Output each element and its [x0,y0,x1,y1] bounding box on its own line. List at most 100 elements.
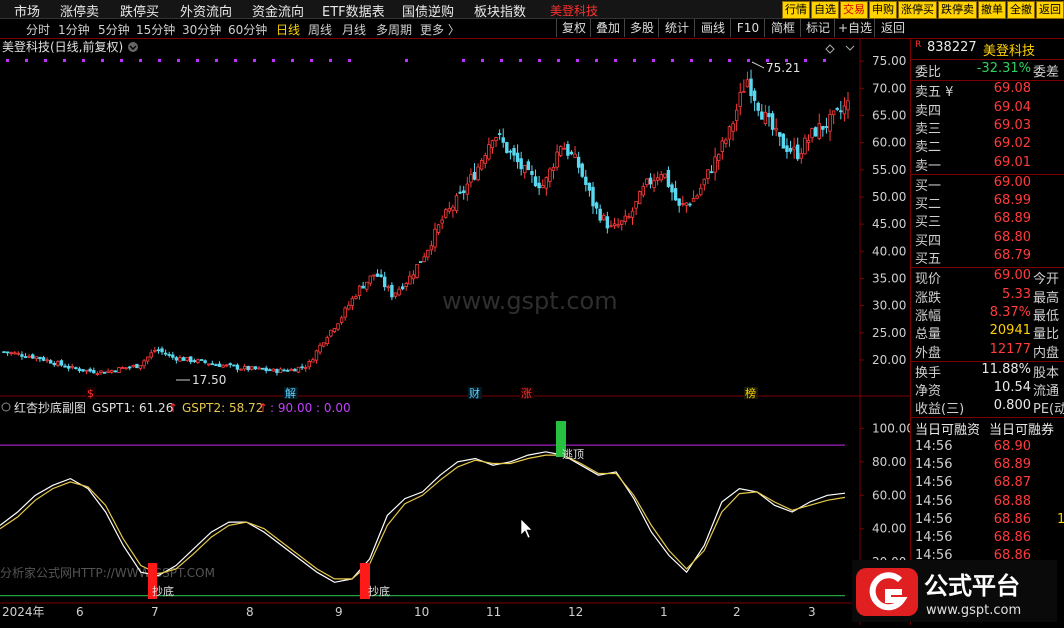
quick-cancel-all-button[interactable]: 全撤 [1007,1,1035,19]
period-tab-5min[interactable]: 5分钟 [98,21,130,38]
event-marker-dividend[interactable]: $ [87,387,94,400]
candle-body [824,126,829,128]
candle-body [163,352,168,355]
candle-body [106,370,110,373]
period-tab-15min[interactable]: 15分钟 [136,21,175,38]
menu-limit-down-buy[interactable]: 跌停买 [120,1,159,20]
candle-body [652,180,656,188]
candle-body [645,178,649,186]
add-watchlist-button[interactable]: +自选 [834,19,875,37]
diamond-icon[interactable] [825,44,835,54]
quick-back-button[interactable]: 返回 [1036,1,1064,19]
indicator-settings-icon[interactable] [1,402,11,412]
signal-dot [671,59,674,62]
y-tick-label: 60.00 [872,488,906,502]
menu-repo[interactable]: 国债逆购 [402,1,454,20]
candle-body [207,363,211,366]
quote-label: 涨跌 [915,290,942,306]
quick-ipo-button[interactable]: 申购 [869,1,897,19]
quote-value: 5.33 [1002,286,1031,302]
quick-cancel-button[interactable]: 撤单 [978,1,1006,19]
menu-limit-up-sell[interactable]: 涨停卖 [60,1,99,20]
event-marker-unlock[interactable]: 解 [285,386,296,400]
draw-line-button[interactable]: 画线 [694,19,731,37]
simple-frame-button[interactable]: 简框 [764,19,801,37]
y-tick-label: 20.00 [872,353,906,367]
menu-market[interactable]: 市场 [14,1,40,20]
candle-body [214,364,218,367]
quote-row: 卖三 69.03 [911,117,1064,137]
caret-down-icon[interactable] [845,45,855,51]
candle-body [566,144,570,156]
candle-body [724,139,728,144]
quick-limit-down-sell-button[interactable]: 跌停卖 [938,1,977,19]
quote-label: 买四 [915,233,942,249]
chart-area[interactable]: 美登科技(日线,前复权) 20.00 25.00 30.00 35.00 40.00 45… [0,39,914,625]
chart-svg[interactable]: 美登科技(日线,前复权) 20.00 25.00 30.00 35.00 40.00 45… [0,39,914,625]
candle-body [533,176,538,187]
candle-body [368,275,373,284]
multi-stock-button[interactable]: 多股 [624,19,659,37]
event-marker-limit-up[interactable]: 涨 [521,387,532,400]
period-tab-30min[interactable]: 30分钟 [182,21,221,38]
menu-foreign-flow[interactable]: 外资流向 [180,1,232,20]
back-button[interactable]: 返回 [874,19,911,37]
signal-dot [462,59,465,62]
quick-quote-button[interactable]: 行情 [782,1,810,19]
candle-body [788,147,793,152]
quote-row: 买五 68.79 [911,248,1064,267]
signal-dot [595,59,598,62]
candle-body [275,369,279,374]
tick-price: 68.88 [993,493,1031,509]
signal-dot [747,59,750,62]
x-axis-label: 9 [335,605,343,619]
low-label: 17.50 [192,373,226,387]
quote-value: 69.03 [993,117,1031,133]
quote-label: 总量 [915,327,942,343]
quick-trade-button[interactable]: 交易 [840,1,868,19]
chevron-down-icon[interactable] [128,42,138,52]
quote-label: 买二 [915,197,942,213]
candle-body [598,208,602,221]
period-tab-more[interactable]: 更多 〉 [420,21,460,38]
candle-body [831,110,836,116]
period-tab-daily[interactable]: 日线 [276,21,300,38]
period-tab-60min[interactable]: 60分钟 [228,21,267,38]
candlestick-series [2,69,850,376]
candle-body [655,177,660,181]
stats-button[interactable]: 统计 [658,19,695,37]
candle-body [354,296,358,299]
menu-sector-index[interactable]: 板块指数 [474,1,526,20]
candle-body [810,128,814,139]
quote-row: 卖一 69.01 [911,155,1064,174]
mark-button[interactable]: 标记 [800,19,835,37]
f10-button[interactable]: F10 [730,19,765,37]
candle-body [408,275,412,285]
period-tab-monthly[interactable]: 月线 [342,21,366,38]
candle-body [839,110,843,113]
quick-watchlist-button[interactable]: 自选 [811,1,839,19]
candle-body [34,356,39,360]
candle-body [268,369,272,372]
quote-label: 买一 [915,178,942,194]
candle-body [627,216,631,219]
candle-body [242,366,247,370]
y-tick-label: 35.00 [872,271,906,285]
candle-body [605,216,610,229]
event-marker-report[interactable]: 财 [469,386,480,400]
quick-limit-up-buy-button[interactable]: 涨停买 [898,1,937,19]
quote-value: 20941 [989,323,1031,339]
signal-dot [557,59,560,62]
menu-etf-table[interactable]: ETF数据表 [322,1,385,20]
period-tab-1min[interactable]: 1分钟 [58,21,90,38]
adjust-button[interactable]: 复权 [556,19,591,37]
candle-body [52,363,56,366]
quote-row: 卖五 ¥ 69.08 [911,81,1064,100]
period-tab-multi[interactable]: 多周期 [376,21,412,38]
candle-body [199,359,204,361]
event-marker-ranking[interactable]: 榜 [745,386,756,400]
period-tab-weekly[interactable]: 周线 [308,21,332,38]
menu-capital-flow[interactable]: 资金流向 [252,1,304,20]
overlay-button[interactable]: 叠加 [590,19,625,37]
period-tab-intraday[interactable]: 分时 [26,21,50,38]
